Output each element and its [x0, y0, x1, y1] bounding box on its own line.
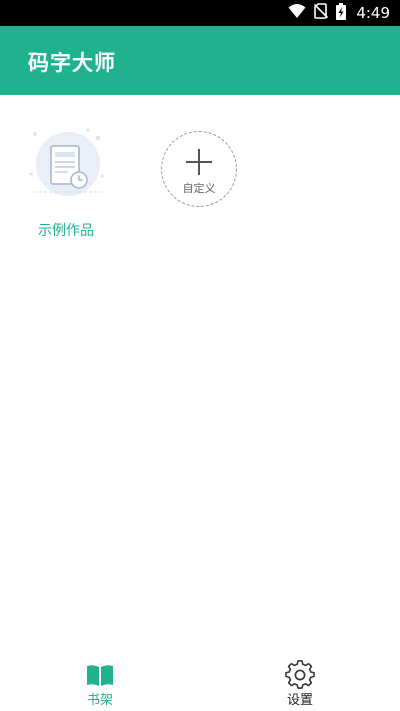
app-bar: 码字大师	[0, 26, 400, 95]
nav-item-settings[interactable]: 设置	[260, 655, 340, 711]
gear-icon	[285, 660, 315, 690]
nav-label-settings: 设置	[286, 693, 313, 708]
battery-charging-icon	[336, 2, 347, 24]
wifi-icon	[288, 3, 306, 23]
status-time: 4:49	[356, 4, 390, 22]
add-circle: 自定义	[161, 131, 237, 207]
add-custom-book-button[interactable]: 自定义	[152, 124, 248, 244]
document-clock-icon	[26, 124, 106, 204]
plus-icon	[186, 149, 212, 175]
book-item-example[interactable]: 示例作品	[18, 124, 114, 244]
open-book-icon	[85, 660, 115, 690]
bottom-nav: 书架 设置	[0, 655, 400, 711]
status-bar: 4:49	[0, 0, 400, 26]
nav-label-bookshelf: 书架	[86, 693, 113, 708]
book-item-label: 示例作品	[38, 223, 94, 239]
app-title: 码字大师	[28, 51, 116, 75]
status-icons: 4:49	[288, 0, 390, 26]
nav-item-bookshelf[interactable]: 书架	[60, 655, 140, 711]
no-sim-icon	[314, 3, 329, 23]
add-custom-label: 自定义	[182, 182, 216, 195]
app-screen: 4:49 码字大师 示例作品 自定义 书架 设置	[0, 0, 400, 711]
